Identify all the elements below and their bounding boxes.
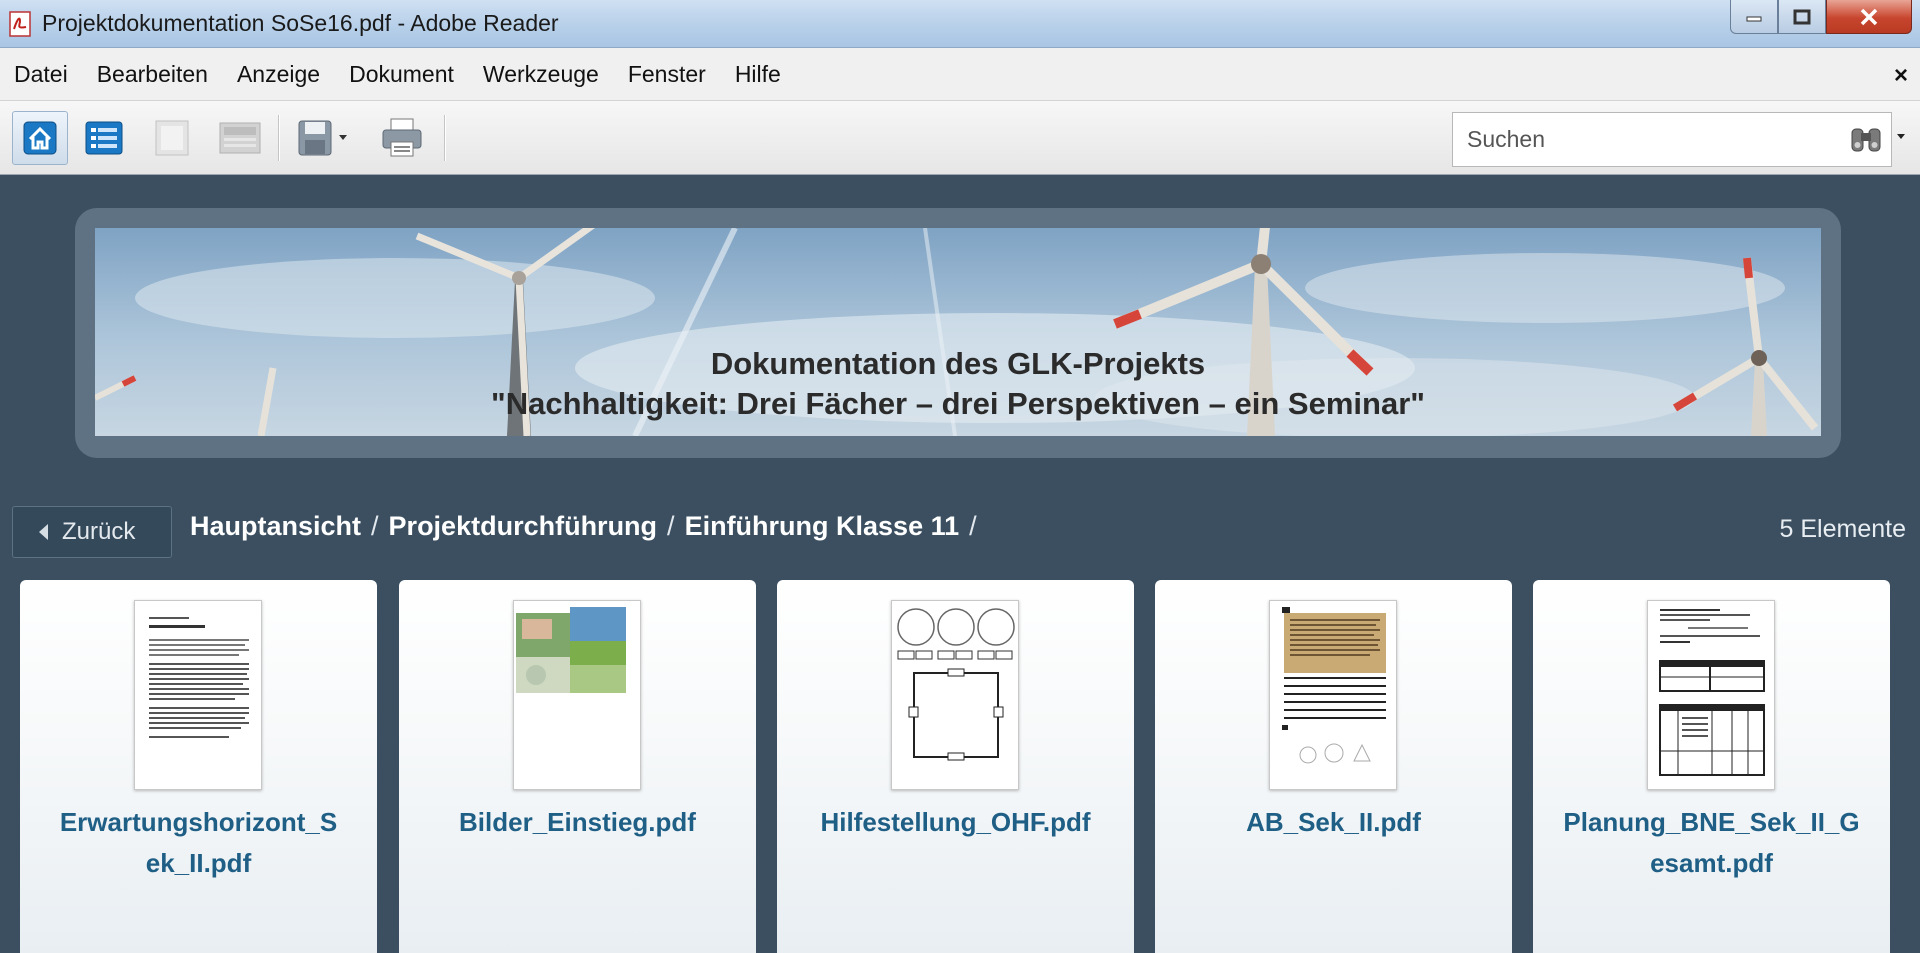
portfolio-banner: Dokumentation des GLK-Projekts "Nachhalt… (95, 228, 1821, 436)
file-name-link[interactable]: Bilder_Einstieg.pdf (417, 802, 738, 843)
pdf-app-icon (9, 11, 31, 37)
breadcrumb-einfuehrung-klasse-11[interactable]: Einführung Klasse 11 (685, 511, 960, 542)
breadcrumb-projektdurchfuehrung[interactable]: Projektdurchführung (389, 511, 658, 542)
page-view-button[interactable] (144, 111, 200, 165)
file-name-link[interactable]: Erwartungshorizont_S ek_II.pdf (38, 802, 359, 884)
print-button[interactable] (374, 111, 430, 165)
minimize-button[interactable] (1730, 0, 1778, 34)
file-card-hilfestellung-ohf[interactable]: Hilfestellung_OHF.pdf (777, 580, 1134, 953)
file-card-ab-sek-ii[interactable]: AB_Sek_II.pdf (1155, 580, 1512, 953)
banner-title: Dokumentation des GLK-Projekts (710, 346, 1206, 381)
menu-hilfe[interactable]: Hilfe (735, 48, 781, 101)
file-name-link[interactable]: Planung_BNE_Sek_II_G esamt.pdf (1551, 802, 1872, 884)
file-card-planung-bne[interactable]: Planung_BNE_Sek_II_G esamt.pdf (1533, 580, 1890, 953)
document-thumbnail (1269, 600, 1397, 790)
breadcrumb-separator: / (969, 511, 977, 541)
table-page-thumbnail-icon (1659, 609, 1765, 776)
minimize-icon (1746, 16, 1762, 21)
menu-fenster[interactable]: Fenster (628, 48, 706, 101)
breadcrumb-hauptansicht[interactable]: Hauptansicht (190, 511, 361, 542)
home-icon (23, 121, 57, 155)
maximize-button[interactable] (1778, 0, 1826, 34)
file-name-link[interactable]: AB_Sek_II.pdf (1173, 802, 1494, 843)
file-name-link[interactable]: Hilfestellung_OHF.pdf (795, 802, 1116, 843)
close-icon (1860, 8, 1878, 25)
save-icon (298, 120, 347, 156)
layout-icon (219, 122, 261, 154)
menu-bearbeiten[interactable]: Bearbeiten (97, 48, 208, 101)
page-icon (155, 120, 189, 156)
file-card-erwartungshorizont[interactable]: Erwartungshorizont_S ek_II.pdf (20, 580, 377, 953)
close-window-button[interactable] (1826, 0, 1912, 34)
document-thumbnail (1647, 600, 1775, 790)
save-button[interactable] (290, 111, 360, 165)
menu-bar: Datei Bearbeiten Anzeige Dokument Werkze… (0, 48, 1920, 101)
breadcrumb-separator: / (667, 511, 675, 541)
list-view-icon (85, 121, 123, 155)
document-thumbnail (134, 600, 262, 790)
document-thumbnail (891, 600, 1019, 790)
layout-view-button[interactable] (212, 111, 268, 165)
search-input[interactable] (1453, 113, 1813, 166)
menu-datei[interactable]: Datei (14, 48, 68, 101)
list-view-button[interactable] (76, 111, 132, 165)
home-button[interactable] (12, 111, 68, 165)
menu-dokument[interactable]: Dokument (349, 48, 454, 101)
back-arrow-icon (39, 524, 48, 540)
search-options-chevron-icon[interactable] (1895, 131, 1907, 141)
print-icon (382, 118, 422, 157)
banner-subtitle: "Nachhaltigkeit: Drei Fächer – drei Pers… (491, 386, 1425, 421)
title-bar: Projektdokumentation SoSe16.pdf - Adobe … (0, 0, 1920, 48)
breadcrumb-separator: / (371, 511, 379, 541)
maximize-icon (1793, 9, 1811, 24)
file-card-bilder-einstieg[interactable]: Bilder_Einstieg.pdf (399, 580, 756, 953)
window-title: Projektdokumentation SoSe16.pdf - Adobe … (42, 10, 559, 36)
worksheet-page-thumbnail-icon (1282, 607, 1386, 764)
diagram-page-thumbnail-icon (897, 608, 1015, 761)
window-controls (1730, 0, 1912, 36)
binoculars-icon[interactable] (1849, 125, 1883, 155)
item-count: 5 Elemente (1779, 515, 1906, 543)
text-page-thumbnail-icon (149, 617, 249, 738)
back-button-label: Zurück (62, 518, 136, 545)
breadcrumb: Hauptansicht / Projektdurchführung / Ein… (190, 511, 987, 542)
close-document-button[interactable]: × (1894, 62, 1908, 90)
back-button[interactable]: Zurück (12, 506, 172, 558)
menu-anzeige[interactable]: Anzeige (237, 48, 320, 101)
toolbar (0, 101, 1920, 175)
photo-page-thumbnail-icon (516, 607, 626, 693)
search-box (1452, 112, 1892, 167)
menu-werkzeuge[interactable]: Werkzeuge (483, 48, 599, 101)
document-thumbnail (513, 600, 641, 790)
